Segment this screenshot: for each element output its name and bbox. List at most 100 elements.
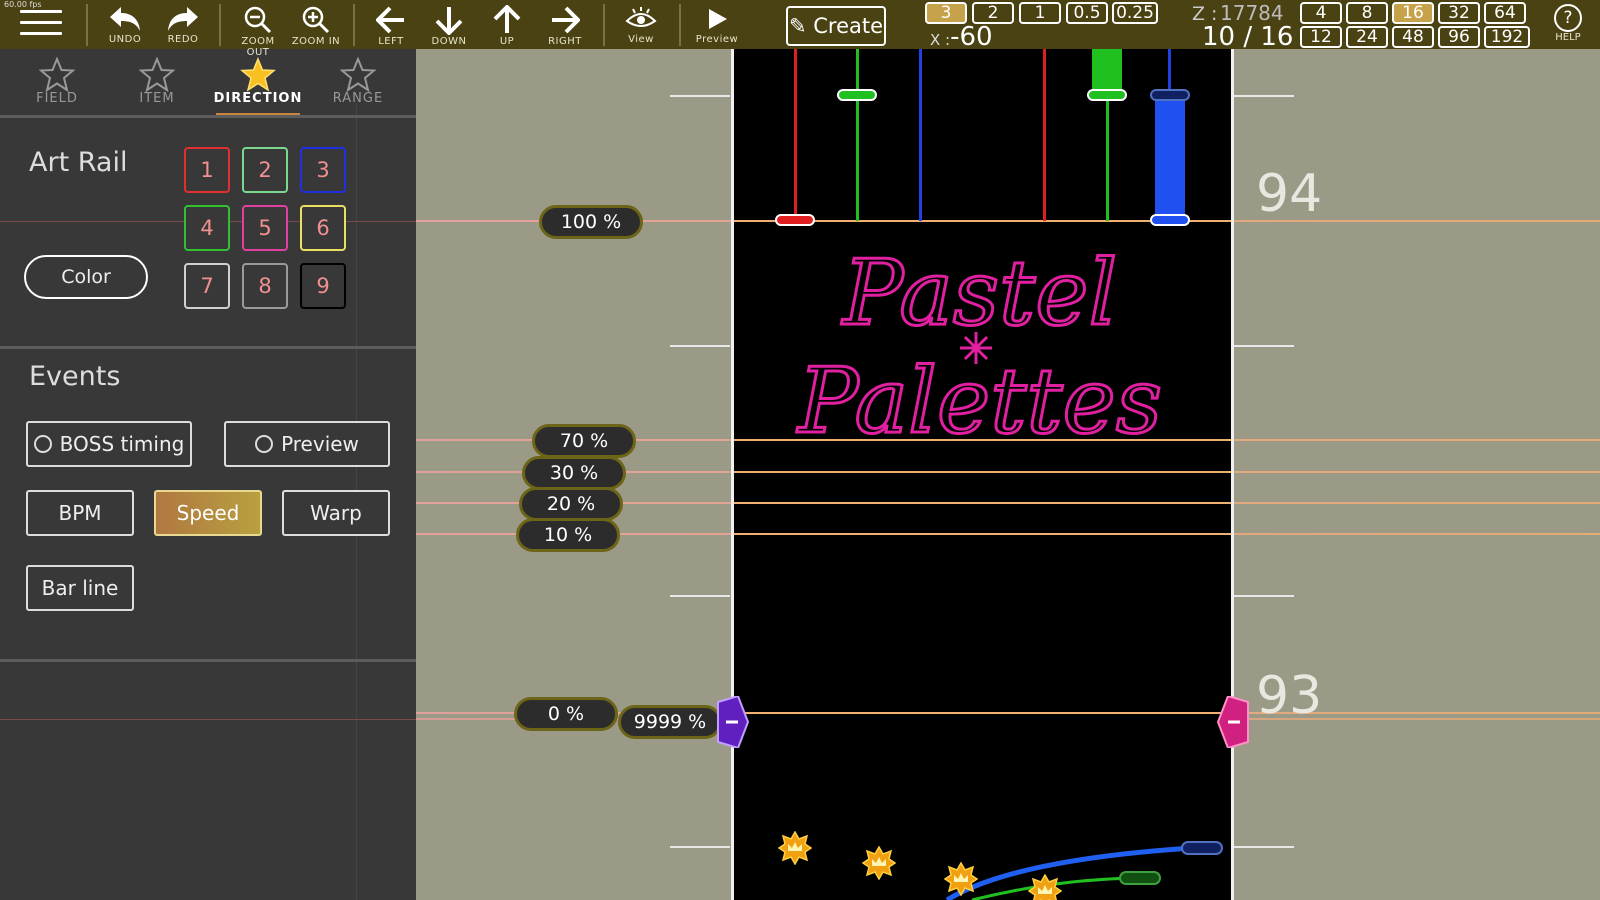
slide-handle-green[interactable] bbox=[1119, 871, 1161, 885]
warp-button[interactable]: Warp bbox=[282, 490, 390, 536]
star-filled-icon bbox=[240, 57, 276, 92]
zoom-in-button[interactable]: ZOOM IN bbox=[287, 2, 345, 48]
rail-red[interactable] bbox=[794, 49, 797, 221]
art-rail-button-1[interactable]: 1 bbox=[184, 147, 230, 193]
speed-label-70[interactable]: 70 % bbox=[532, 424, 636, 458]
snap-button-8[interactable]: 8 bbox=[1346, 2, 1388, 24]
art-rail-button-2[interactable]: 2 bbox=[242, 147, 288, 193]
preview-button[interactable]: Preview bbox=[688, 2, 746, 48]
zoom-in-label: ZOOM IN bbox=[291, 36, 341, 47]
help-label: HELP bbox=[1555, 32, 1581, 43]
down-button[interactable]: DOWN bbox=[420, 2, 478, 48]
division-button-0-25[interactable]: 0.25 bbox=[1112, 2, 1158, 24]
art-rail-title: Art Rail bbox=[29, 147, 128, 178]
art-rail-button-4[interactable]: 4 bbox=[184, 205, 230, 251]
toolbar-separator bbox=[219, 4, 221, 46]
snap-button-96[interactable]: 96 bbox=[1438, 26, 1480, 48]
snap-button-32[interactable]: 32 bbox=[1438, 2, 1480, 24]
left-panel: FIELD ITEM DIRECTION RANGE Art Rail 1 2 … bbox=[0, 49, 416, 900]
snap-button-192[interactable]: 192 bbox=[1484, 26, 1530, 48]
rail-red[interactable] bbox=[1043, 49, 1046, 221]
speed-marker-magenta-icon[interactable] bbox=[1216, 696, 1252, 748]
zoom-out-button[interactable]: ZOOM OUT bbox=[229, 2, 287, 58]
speed-label-10[interactable]: 10 % bbox=[516, 518, 620, 552]
speed-label-0[interactable]: 0 % bbox=[514, 697, 618, 731]
lane-speed-line-20 bbox=[734, 502, 1231, 504]
menu-icon[interactable] bbox=[20, 10, 62, 40]
view-button[interactable]: View bbox=[612, 2, 670, 48]
tab-item-label: ITEM bbox=[139, 91, 175, 106]
art-rail-button-3[interactable]: 3 bbox=[300, 147, 346, 193]
division-button-0-5[interactable]: 0.5 bbox=[1066, 2, 1108, 24]
zoom-in-icon bbox=[302, 6, 330, 34]
x-label: X : bbox=[930, 31, 951, 49]
hold-note-blue[interactable] bbox=[1155, 96, 1185, 222]
speed-label-30[interactable]: 30 % bbox=[522, 456, 626, 490]
snap-button-64[interactable]: 64 bbox=[1484, 2, 1526, 24]
tab-direction[interactable]: DIRECTION bbox=[210, 57, 306, 106]
bar-line-button[interactable]: Bar line bbox=[26, 565, 134, 611]
tab-direction-label: DIRECTION bbox=[213, 91, 303, 106]
art-rail-button-7[interactable]: 7 bbox=[184, 263, 230, 309]
bpm-button[interactable]: BPM bbox=[26, 490, 134, 536]
help-icon: ? bbox=[1554, 4, 1582, 32]
event-preview-button[interactable]: Preview bbox=[224, 421, 390, 467]
slide-handle-blue[interactable] bbox=[1181, 841, 1223, 855]
beat-current: 10 bbox=[1202, 22, 1236, 52]
hold-note-green[interactable] bbox=[1092, 49, 1122, 94]
art-rail-button-8[interactable]: 8 bbox=[242, 263, 288, 309]
crown-icon[interactable] bbox=[1028, 874, 1062, 900]
help-button[interactable]: ? HELP bbox=[1546, 4, 1590, 43]
color-button[interactable]: Color bbox=[24, 255, 148, 299]
note-handle-green[interactable] bbox=[837, 89, 877, 101]
crown-icon[interactable] bbox=[944, 862, 978, 896]
snap-button-12[interactable]: 12 bbox=[1300, 26, 1342, 48]
division-button-2[interactable]: 2 bbox=[972, 2, 1014, 24]
snap-button-48[interactable]: 48 bbox=[1392, 26, 1434, 48]
snap-button-16[interactable]: 16 bbox=[1392, 2, 1434, 24]
panel-separator bbox=[0, 115, 416, 118]
snap-button-4[interactable]: 4 bbox=[1300, 2, 1342, 24]
beat-tick bbox=[1234, 595, 1294, 597]
speed-label-9999[interactable]: 9999 % bbox=[618, 705, 722, 739]
left-button[interactable]: LEFT bbox=[362, 2, 420, 48]
crown-icon[interactable] bbox=[778, 831, 812, 865]
speed-button[interactable]: Speed bbox=[154, 490, 262, 536]
note-handle-green[interactable] bbox=[1087, 89, 1127, 101]
art-rail-button-5[interactable]: 5 bbox=[242, 205, 288, 251]
note-handle-red[interactable] bbox=[775, 214, 815, 226]
division-button-1[interactable]: 1 bbox=[1019, 2, 1061, 24]
note-handle-blue[interactable] bbox=[1150, 214, 1190, 226]
redo-button[interactable]: REDO bbox=[154, 2, 212, 48]
beat-separator: / bbox=[1243, 22, 1253, 52]
events-title: Events bbox=[29, 361, 121, 392]
event-preview-label: Preview bbox=[281, 432, 359, 456]
editor-root: 60.00 fps UNDO REDO ZOOM OUT ZOOM IN LEF… bbox=[0, 0, 1600, 900]
up-button[interactable]: UP bbox=[478, 2, 536, 48]
undo-button[interactable]: UNDO bbox=[96, 2, 154, 48]
crown-icon[interactable] bbox=[862, 846, 896, 880]
tab-field-label: FIELD bbox=[36, 91, 78, 106]
art-rail-button-6[interactable]: 6 bbox=[300, 205, 346, 251]
clock-icon bbox=[255, 434, 274, 453]
play-icon bbox=[709, 9, 727, 29]
speed-label-20[interactable]: 20 % bbox=[519, 487, 623, 521]
note-handle-blue[interactable] bbox=[1150, 89, 1190, 101]
division-button-3[interactable]: 3 bbox=[925, 2, 967, 24]
create-button[interactable]: ✎ Create bbox=[786, 6, 886, 46]
speed-marker-purple-icon[interactable] bbox=[714, 696, 750, 748]
boss-timing-button[interactable]: BOSS timing bbox=[26, 421, 192, 467]
lane-right-border bbox=[1231, 49, 1234, 900]
snap-button-24[interactable]: 24 bbox=[1346, 26, 1388, 48]
speed-label-100[interactable]: 100 % bbox=[539, 205, 643, 239]
arrow-left-icon bbox=[376, 6, 404, 34]
tab-range[interactable]: RANGE bbox=[310, 57, 406, 106]
rail-green[interactable] bbox=[856, 49, 859, 221]
rail-blue[interactable] bbox=[919, 49, 922, 221]
tab-field[interactable]: FIELD bbox=[9, 57, 105, 106]
right-button[interactable]: RIGHT bbox=[536, 2, 594, 48]
toolbar-separator bbox=[603, 4, 605, 46]
art-rail-button-9[interactable]: 9 bbox=[300, 263, 346, 309]
zoom-out-label: ZOOM OUT bbox=[241, 36, 275, 58]
tab-item[interactable]: ITEM bbox=[109, 57, 205, 106]
